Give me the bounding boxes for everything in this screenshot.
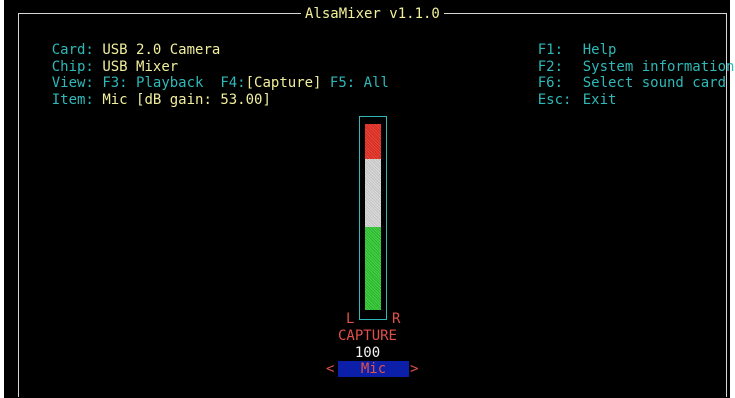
shortcut-action: Exit	[582, 92, 617, 108]
meter-red-segment	[365, 124, 381, 159]
control-name-mic[interactable]: Mic	[338, 361, 409, 377]
chip-info: Chip: USB Mixer	[18, 42, 178, 75]
right-channel-label: R	[392, 311, 401, 327]
item-label: Item:	[51, 92, 94, 108]
terminal-window: AlsaMixer v1.1.0 Card: USB 2.0 Camera Ch…	[4, 0, 734, 398]
item-value: Mic [dB gain: 53.00]	[102, 92, 271, 108]
capture-mode-label: CAPTURE	[337, 328, 397, 344]
view-all-tab[interactable]: F5: All	[330, 75, 389, 91]
prev-control-arrow[interactable]: <	[326, 361, 334, 377]
volume-value: 100	[354, 345, 381, 361]
card-info: Card: USB 2.0 Camera	[18, 25, 221, 58]
meter-white-segment	[365, 159, 381, 227]
item-info: Item: Mic [dB gain: 53.00]	[18, 75, 271, 108]
volume-meter[interactable]	[359, 116, 387, 320]
view-info: View: F3: Playback F4:[Capture] F5: All	[18, 58, 389, 91]
app-title: AlsaMixer v1.1.0	[301, 6, 444, 22]
shortcut-help[interactable]: F1: Help	[504, 25, 617, 58]
left-channel-label: L	[346, 311, 355, 327]
next-control-arrow[interactable]: >	[410, 361, 418, 377]
shortcut-key: Esc:	[537, 92, 572, 108]
shortcut-system-info[interactable]: F2: System information	[504, 42, 735, 75]
meter-green-segment	[365, 227, 381, 310]
shortcut-select-card[interactable]: F6: Select sound card	[504, 58, 726, 91]
shortcut-exit[interactable]: Esc: Exit	[504, 75, 617, 108]
